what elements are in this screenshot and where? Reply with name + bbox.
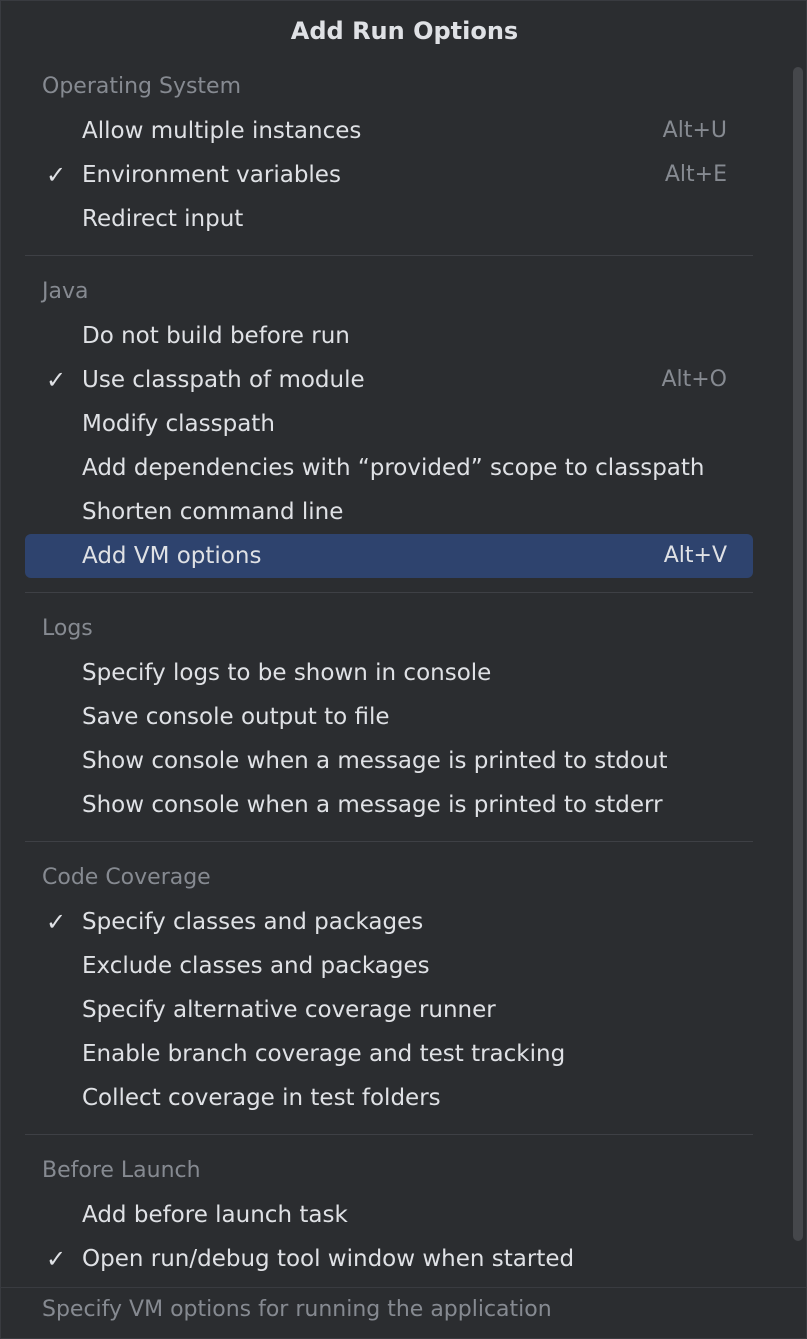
option-label: Enable branch coverage and test tracking — [82, 1041, 566, 1067]
group-separator — [25, 592, 753, 593]
option-label: Specify logs to be shown in console — [82, 660, 492, 686]
option-item[interactable]: ✓ Specify classes and packages — [25, 900, 753, 944]
option-label: Save console output to file — [82, 704, 390, 730]
option-label: Use classpath of module — [82, 367, 365, 393]
option-item[interactable]: Redirect input — [25, 197, 753, 241]
option-item[interactable]: ✓ Environment variables Alt+E — [25, 153, 753, 197]
checkmark-icon: ✓ — [45, 908, 67, 936]
option-label: Open run/debug tool window when started — [82, 1246, 575, 1272]
footer-hint: Specify VM options for running the appli… — [1, 1288, 806, 1338]
option-label: Show console when a message is printed t… — [82, 792, 663, 818]
option-item[interactable]: Specify logs to be shown in console — [25, 651, 753, 695]
group-header: Java — [42, 279, 89, 304]
option-label: Modify classpath — [82, 411, 275, 437]
option-label: Environment variables — [82, 162, 341, 188]
scrollbar[interactable] — [793, 67, 803, 1241]
option-item[interactable]: Modify classpath — [25, 402, 753, 446]
option-item[interactable]: Add VM options Alt+V — [25, 534, 753, 578]
option-item[interactable]: Collect coverage in test folders — [25, 1076, 753, 1120]
option-item[interactable]: Exclude classes and packages — [25, 944, 753, 988]
option-item[interactable]: Allow multiple instances Alt+U — [25, 109, 753, 153]
group-separator — [25, 255, 753, 256]
option-label: Add before launch task — [82, 1202, 348, 1228]
checkmark-icon: ✓ — [45, 1245, 67, 1273]
option-item[interactable]: Add before launch task — [25, 1193, 753, 1237]
option-label: Shorten command line — [82, 499, 344, 525]
option-item[interactable]: Enable branch coverage and test tracking — [25, 1032, 753, 1076]
shortcut-hint: Alt+O — [661, 367, 727, 392]
option-label: Redirect input — [82, 206, 244, 232]
option-item[interactable]: ✓ Open run/debug tool window when started — [25, 1237, 753, 1281]
option-label: Specify alternative coverage runner — [82, 997, 496, 1023]
option-item[interactable]: ✓ Use classpath of module Alt+O — [25, 358, 753, 402]
option-item[interactable]: Do not build before run — [25, 314, 753, 358]
option-label: Do not build before run — [82, 323, 350, 349]
shortcut-hint: Alt+V — [663, 543, 727, 568]
group-header: Operating System — [42, 74, 242, 99]
option-item[interactable]: Shorten command line — [25, 490, 753, 534]
checkmark-icon: ✓ — [45, 366, 67, 394]
add-run-options-popup: Add Run Options Operating System Allow mu… — [0, 0, 807, 1339]
option-label: Add dependencies with “provided” scope t… — [82, 455, 705, 481]
option-label: Show console when a message is printed t… — [82, 748, 668, 774]
option-label: Specify classes and packages — [82, 909, 424, 935]
option-item[interactable]: Show console when a message is printed t… — [25, 739, 753, 783]
group-separator — [25, 1134, 753, 1135]
option-label: Exclude classes and packages — [82, 953, 430, 979]
option-label: Collect coverage in test folders — [82, 1085, 441, 1111]
option-item[interactable]: Show console when a message is printed t… — [25, 783, 753, 827]
shortcut-hint: Alt+E — [664, 162, 727, 187]
option-item[interactable]: Specify alternative coverage runner — [25, 988, 753, 1032]
checkmark-icon: ✓ — [45, 161, 67, 189]
option-item[interactable]: Save console output to file — [25, 695, 753, 739]
group-separator — [25, 841, 753, 842]
group-header: Logs — [42, 616, 93, 641]
option-item[interactable]: Add dependencies with “provided” scope t… — [25, 446, 753, 490]
popup-title: Add Run Options — [290, 17, 519, 45]
option-label: Allow multiple instances — [82, 118, 362, 144]
option-label: Add VM options — [82, 543, 262, 569]
options-list: Operating System Allow multiple instances… — [1, 65, 781, 1287]
group-header: Code Coverage — [42, 865, 211, 890]
group-header: Before Launch — [42, 1158, 201, 1183]
shortcut-hint: Alt+U — [662, 118, 727, 143]
